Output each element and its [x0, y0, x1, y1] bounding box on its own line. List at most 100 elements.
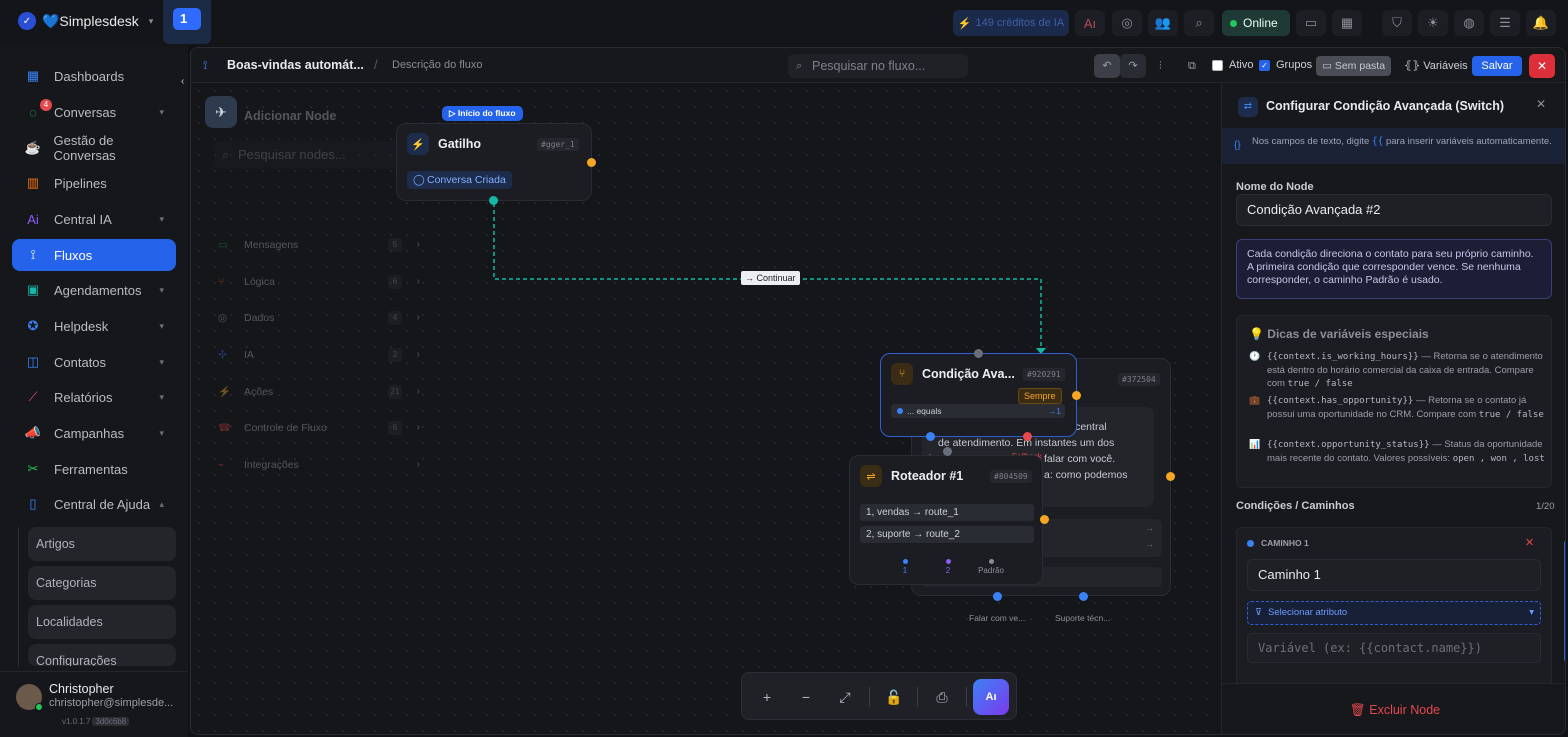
- globe-icon[interactable]: ◍: [1454, 10, 1484, 36]
- delete-node-button[interactable]: 🗑 Excluir Node: [1222, 683, 1565, 734]
- sidebar-item-dashboards[interactable]: ▦ Dashboards: [12, 60, 176, 92]
- bell-icon[interactable]: 🔔: [1526, 10, 1556, 36]
- workspace-number: 1: [173, 8, 201, 30]
- stats-icon[interactable]: ⫶: [1159, 54, 1162, 78]
- status-online-button[interactable]: Online: [1222, 10, 1290, 36]
- sidebar-item-gestao[interactable]: ☕ Gestão de Conversas: [12, 132, 176, 164]
- node-name-input[interactable]: Condição Avançada #2: [1236, 194, 1552, 226]
- zoom-out-icon[interactable]: −: [794, 685, 818, 709]
- checklist-icon[interactable]: ☰: [1490, 10, 1520, 36]
- folder-icon: ▭: [1322, 60, 1332, 72]
- save-button[interactable]: Salvar: [1472, 56, 1522, 76]
- sub-item-artigos[interactable]: Artigos: [28, 527, 176, 561]
- lock-icon[interactable]: 🔓: [882, 685, 906, 709]
- flow-search-input[interactable]: ⌕ Pesquisar no fluxo...: [788, 54, 968, 78]
- sub-item-configuracoes[interactable]: Configurações: [28, 644, 176, 666]
- ai-icon-button[interactable]: Aı: [1075, 10, 1105, 36]
- grupos-checkbox[interactable]: ✓: [1259, 60, 1270, 71]
- sidebar-item-helpdesk[interactable]: ✪ Helpdesk ▾: [12, 310, 176, 342]
- arrow-right-icon: →: [1145, 523, 1154, 533]
- sidebar-item-relatorios[interactable]: ⟋ Relatórios ▾: [12, 381, 176, 413]
- flow-canvas[interactable]: + Adicionar Node ⌕ Pesquisar nodes... ✈ …: [191, 83, 1221, 734]
- output-port[interactable]: [1166, 472, 1175, 481]
- target-label: Falar com ve...: [969, 613, 1026, 623]
- variable-input[interactable]: Variável (ex: {{contact.name}}): [1247, 633, 1541, 663]
- chevron-down-icon: ▾: [159, 391, 164, 402]
- sidebar-item-conversas[interactable]: ◌ 4 Conversas ▾: [12, 96, 176, 128]
- redo-icon[interactable]: ↷: [1120, 54, 1146, 78]
- output-port[interactable]: [1072, 391, 1081, 400]
- sidebar-item-label: Helpdesk: [54, 318, 109, 334]
- output-port[interactable]: [587, 158, 596, 167]
- input-port[interactable]: [943, 447, 952, 456]
- close-icon[interactable]: ✕: [1536, 97, 1546, 111]
- path-name-input[interactable]: Caminho 1: [1247, 559, 1541, 591]
- sun-icon[interactable]: ☀: [1418, 10, 1448, 36]
- chart-icon: ⟋: [28, 389, 38, 404]
- output-port[interactable]: [489, 196, 498, 205]
- grupos-label: Grupos: [1276, 59, 1313, 71]
- sub-item-categorias[interactable]: Categorias: [28, 566, 176, 600]
- hint-braces: {{: [1371, 136, 1384, 147]
- output-port[interactable]: [1079, 592, 1088, 601]
- edge-label[interactable]: → Continuar: [741, 271, 800, 285]
- trigger-chip: ◯ Conversa Criada: [407, 171, 512, 189]
- sidebar-item-fluxos[interactable]: ⟟ Fluxos: [12, 239, 176, 271]
- chat-icon: ◯: [413, 174, 425, 186]
- ai-assistant-button[interactable]: Aı: [973, 679, 1009, 715]
- chevron-down-icon: ▾: [159, 106, 164, 117]
- tip-values: true / false: [1287, 379, 1353, 389]
- layout-icon[interactable]: ⧉: [1188, 54, 1196, 78]
- sidebar-item-central-ia[interactable]: Ai Central IA ▾: [12, 203, 176, 235]
- target-icon[interactable]: ◎: [1112, 10, 1142, 36]
- chevron-down-icon: ▾: [159, 213, 164, 224]
- status-label: Online: [1243, 16, 1278, 30]
- sidebar-item-label: Agendamentos: [54, 282, 142, 298]
- fit-view-icon[interactable]: ⤢: [833, 685, 857, 709]
- search-icon[interactable]: ⌕: [1184, 10, 1214, 36]
- sidebar-item-pipelines[interactable]: ▥ Pipelines: [12, 167, 176, 199]
- router-output-2: 2: [943, 559, 953, 575]
- flow-title[interactable]: Boas-vindas automát...: [227, 58, 364, 72]
- users-icon[interactable]: 👥: [1148, 10, 1178, 36]
- delete-path-icon[interactable]: ✕: [1525, 536, 1534, 549]
- condition-node[interactable]: ⑂ Condição Ava... #920291 Sempre ... equ…: [880, 353, 1077, 437]
- close-icon: ✕: [1536, 59, 1548, 73]
- node-title: Condição Ava...: [922, 367, 1015, 381]
- chevron-down-icon: ▾: [148, 15, 154, 26]
- trigger-node[interactable]: ⚡ Gatilho #gger_1 ◯ Conversa Criada: [396, 123, 592, 201]
- sub-item-localidades[interactable]: Localidades: [28, 605, 176, 639]
- zoom-in-icon[interactable]: +: [755, 685, 779, 709]
- close-flow-button[interactable]: ✕: [1529, 54, 1555, 78]
- tip-has-opportunity: 💼 {{context.has_opportunity}} — Retorna …: [1249, 394, 1545, 422]
- version-tag: 3d0c6b8: [92, 717, 130, 726]
- braces-icon: {}: [1234, 140, 1241, 151]
- message-icon[interactable]: ▭: [1296, 10, 1326, 36]
- ai-credits-button[interactable]: ⚡ 149 créditos de IA: [953, 10, 1069, 36]
- folder-button[interactable]: ▭ Sem pasta: [1316, 56, 1391, 76]
- input-port[interactable]: [974, 349, 983, 358]
- sidebar-item-central-ajuda[interactable]: ▯ Central de Ajuda ▴: [12, 488, 176, 520]
- calculator-icon[interactable]: ▦: [1332, 10, 1362, 36]
- sidebar-item-campanhas[interactable]: 📣 Campanhas ▾: [12, 417, 176, 449]
- undo-icon[interactable]: ↶: [1094, 54, 1120, 78]
- sidebar-item-label: Contatos: [54, 354, 107, 370]
- flow-description-field[interactable]: Descrição do fluxo: [392, 59, 483, 71]
- sidebar-item-contatos[interactable]: ◫ Contatos ▾: [12, 346, 176, 378]
- brand-switcher[interactable]: ✓ 💙Simplesdesk ▾: [18, 12, 153, 30]
- workspace-badge[interactable]: 1: [163, 0, 211, 44]
- output-port[interactable]: [926, 432, 935, 441]
- sidebar-item-agendamentos[interactable]: ▣ Agendamentos ▾: [12, 274, 176, 306]
- select-attribute-dropdown[interactable]: ⊽ Selecionar atributo ▾: [1247, 601, 1541, 625]
- output-port[interactable]: [993, 592, 1002, 601]
- variables-button[interactable]: ⦃⦄ Variáveis: [1404, 59, 1468, 72]
- sidebar-item-ferramentas[interactable]: ✂ Ferramentas: [12, 453, 176, 485]
- fallback-port[interactable]: [1023, 432, 1032, 441]
- router-node[interactable]: ⇌ Roteador #1 #804509 1, vendas → route_…: [849, 455, 1043, 585]
- ativo-checkbox[interactable]: [1212, 60, 1223, 71]
- scrollbar[interactable]: [1564, 541, 1565, 661]
- inbox-icon[interactable]: ⛉: [1382, 10, 1412, 36]
- export-icon[interactable]: ⎙: [930, 685, 954, 709]
- hint-pre: Nos campos de texto, digite: [1252, 136, 1370, 147]
- output-port[interactable]: [1040, 515, 1049, 524]
